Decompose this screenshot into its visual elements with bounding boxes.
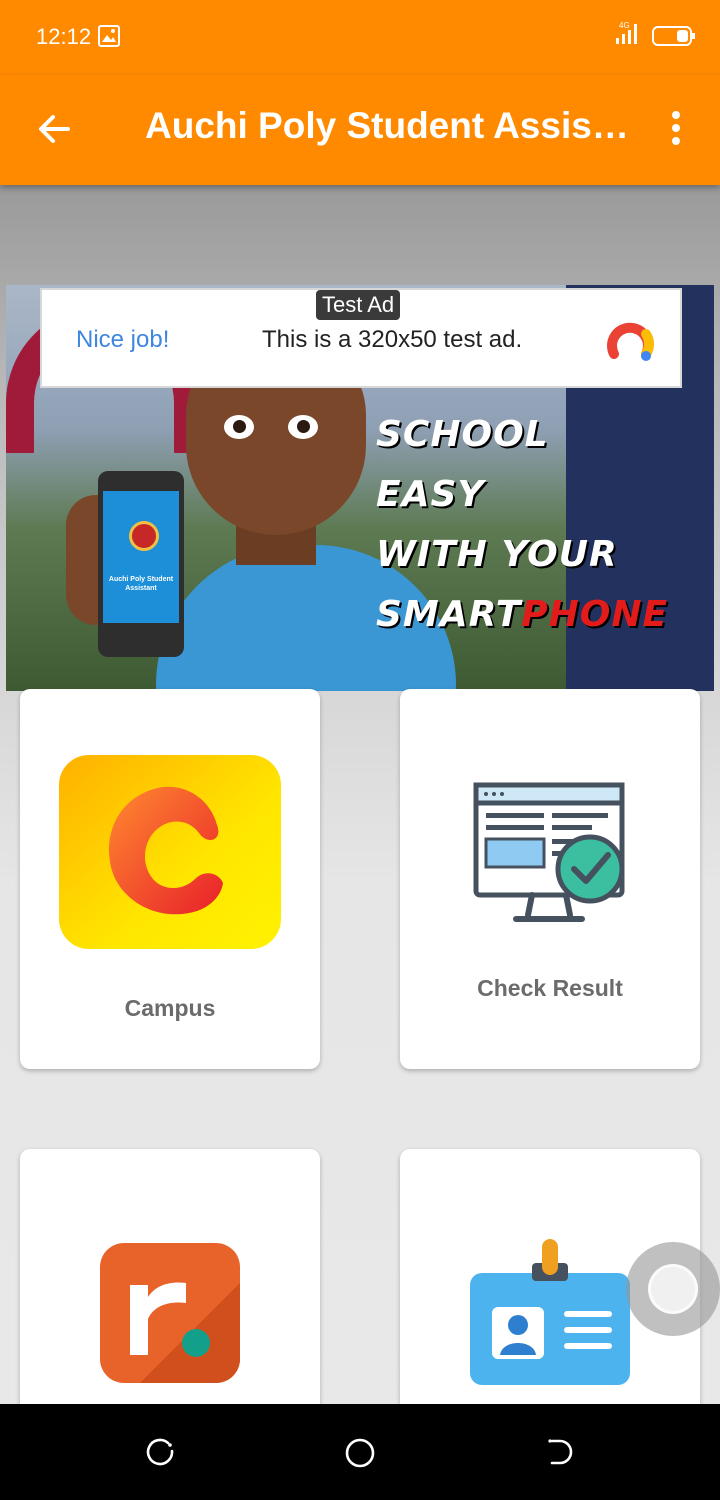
slogan-line: SCHOOL xyxy=(376,414,549,455)
overflow-menu-icon[interactable] xyxy=(664,109,688,149)
status-bar: 12:12 4G xyxy=(0,0,720,75)
network-type-label: 4G xyxy=(619,21,630,30)
back-arrow-icon[interactable] xyxy=(36,111,72,147)
banner-phone-screen: Auchi Poly Student Assistant xyxy=(103,491,179,623)
check-result-label: Check Result xyxy=(477,975,623,1001)
banner-person-eye xyxy=(288,415,318,439)
banner-person-eye xyxy=(224,415,254,439)
slogan-line: SMARTPHONE xyxy=(376,585,668,645)
main-content[interactable]: Auchi Poly Student Assistant SCHOOL EASY… xyxy=(0,185,720,1404)
campus-label: Campus xyxy=(124,995,216,1021)
page-title: Auchi Poly Student Assis… xyxy=(145,105,625,146)
check-result-icon xyxy=(473,782,625,922)
back-nav-icon[interactable] xyxy=(546,1437,576,1467)
check-result-card[interactable]: Check Result xyxy=(400,689,700,1069)
resource-card[interactable] xyxy=(20,1149,320,1404)
school-crest-icon xyxy=(129,521,159,551)
slogan-smart: SMART xyxy=(376,594,522,635)
r-app-icon xyxy=(100,1243,240,1383)
id-badge-icon xyxy=(470,1239,630,1385)
recents-icon[interactable] xyxy=(146,1437,176,1467)
cellular-signal-icon: 4G xyxy=(616,21,637,44)
campus-card[interactable]: Campus xyxy=(20,689,320,1069)
slogan-line: EASY xyxy=(376,474,485,515)
campus-icon xyxy=(59,755,281,949)
image-notification-icon xyxy=(98,25,120,47)
floating-assistive-button[interactable] xyxy=(626,1242,720,1336)
ad-message: This is a 320x50 test ad. xyxy=(262,326,523,353)
slogan-line: WITH YOUR xyxy=(376,534,618,575)
banner-slogan: SCHOOL EASY WITH YOUR SMARTPHONE xyxy=(376,405,668,645)
app-bar: Auchi Poly Student Assis… xyxy=(0,75,720,185)
slogan-phone: PHONE xyxy=(521,594,669,635)
battery-icon xyxy=(652,26,695,46)
banner-phone: Auchi Poly Student Assistant xyxy=(98,471,184,657)
banner-phone-app-name: Auchi Poly Student Assistant xyxy=(108,576,174,592)
test-ad-banner[interactable]: Test Ad Nice job! This is a 320x50 test … xyxy=(40,288,682,388)
ad-tag: Test Ad xyxy=(316,290,401,320)
ad-network-logo-icon xyxy=(607,322,655,361)
status-time: 12:12 xyxy=(36,24,92,49)
home-icon[interactable] xyxy=(344,1437,376,1469)
system-navigation-bar xyxy=(0,1404,720,1500)
ad-headline: Nice job! xyxy=(76,326,170,353)
